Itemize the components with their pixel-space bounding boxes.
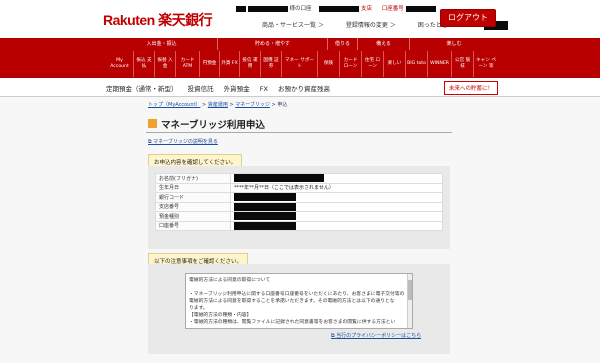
page-title-bar: マネーブリッジ利用申込 <box>146 116 452 133</box>
nav-campaign[interactable]: キャン ペーン 等 <box>474 51 498 77</box>
table-row: 支店番号 <box>155 201 443 212</box>
main-nav: 入出金・振込 貯める・増やす 借りる 備える 楽しむ My Account 振込… <box>0 38 600 78</box>
top-header: Rakuten 楽天銀行 様の口座 支店 口座番号 商品・サービス一覧 ＞ 登録… <box>0 0 600 38</box>
row-value-birthdate: ****年**月**日（ここでは表示されません） <box>230 182 443 193</box>
redacted-account-no <box>405 5 436 12</box>
terms-panel: 電磁的方法による同意の取得について ・マネーブリッジ利用申込に関する口座番号口座… <box>148 264 450 354</box>
privacy-policy-link[interactable]: ⧉ 当行のプライバシーポリシーはこちら <box>331 332 421 339</box>
rakuten-bank-logo[interactable]: Rakuten 楽天銀行 <box>103 10 213 30</box>
redacted-branch <box>319 5 360 12</box>
account-suffix: 様の口座 <box>289 6 312 12</box>
table-row: 預金種別 <box>155 211 443 222</box>
nav-fx[interactable]: 外貨 FX <box>220 51 240 77</box>
table-row: 生年月日 ****年**月**日（ここでは表示されません） <box>155 182 443 193</box>
terms-line: 【電磁的方法の種類・内容】 <box>189 313 252 318</box>
nav-home-loan[interactable]: 住宅 ローン <box>362 51 384 77</box>
savings-notice-badge[interactable]: 未来への貯蓄に！ <box>444 81 499 95</box>
nav-card-atm[interactable]: カード ATM <box>176 51 200 77</box>
breadcrumb-current: 申込 <box>277 102 288 108</box>
nav-fun[interactable]: 楽しい <box>384 51 406 77</box>
row-label-deposit-type: 預金種別 <box>155 211 231 222</box>
nav-big-toto[interactable]: BIG toto <box>406 51 428 77</box>
row-label-birthdate: 生年月日 <box>155 182 231 193</box>
row-value-deposit-type <box>230 211 443 222</box>
nav-card-loan[interactable]: カード ローン <box>340 51 362 77</box>
registration-change-link[interactable]: 登録情報の変更 ＞ <box>346 22 396 29</box>
nav-winner[interactable]: WINNER <box>428 51 452 77</box>
external-link-icon: ⧉ <box>148 139 152 145</box>
nav-yen-deposit[interactable]: 円預金 <box>200 51 220 77</box>
privacy-link-label: 当行のプライバシーポリシーはこちら <box>336 333 422 339</box>
account-no-label: 口座番号 <box>381 6 404 12</box>
redacted-value <box>234 212 296 221</box>
terms-line: 電磁的方法による同意を取得することを承諾いただきます。その電磁的方法とは以下の通… <box>189 299 395 304</box>
breadcrumb-top[interactable]: トップ（MyAccount） <box>148 102 200 108</box>
row-label-branch-no: 支店番号 <box>155 201 231 212</box>
sub-nav-links: 定期預金（通常・新型） 投資信託 外貨預金 FX お預かり資産残高 <box>106 83 338 93</box>
redacted-value <box>234 202 296 211</box>
money-bridge-help-link[interactable]: ⧉ マネーブリッジの説明を見る <box>148 138 218 145</box>
nav-my-account[interactable]: My Account <box>106 51 134 77</box>
breadcrumb-asset-management[interactable]: 資産運用 <box>208 102 228 108</box>
row-value-account-no <box>230 220 443 231</box>
redacted-name-2 <box>247 5 288 12</box>
table-row: お名前(フリガナ) <box>155 173 443 184</box>
redacted-value <box>234 221 296 230</box>
account-info: 様の口座 支店 口座番号 <box>236 4 436 12</box>
terms-line: ・マネーブリッジ利用申込に関する口座番号口座番号をいただくにあたり、お客さまに電… <box>189 292 405 297</box>
table-row: 銀行コード <box>155 192 443 203</box>
nav-group-insurance: 備える <box>358 38 410 50</box>
external-link-icon: ⧉ <box>331 333 335 339</box>
products-services-link[interactable]: 商品・サービス一覧 ＞ <box>262 22 324 29</box>
scrollbar-thumb[interactable] <box>408 280 412 300</box>
nav-funds[interactable]: 投信 運用 <box>240 51 261 77</box>
terms-scrollbar[interactable] <box>407 274 412 328</box>
row-value-bank-code <box>230 192 443 203</box>
subnav-time-deposit[interactable]: 定期預金（通常・新型） <box>106 85 178 93</box>
nav-group-savings: 貯める・増やす <box>218 38 328 50</box>
redacted-value <box>234 174 324 183</box>
terms-line: 電磁的方法による同意の取得について <box>189 278 271 283</box>
nav-insurance[interactable]: 保険 <box>318 51 340 77</box>
title-square-icon <box>148 119 157 128</box>
terms-textarea[interactable]: 電磁的方法による同意の取得について ・マネーブリッジ利用申込に関する口座番号口座… <box>185 273 413 329</box>
row-label-bank-code: 銀行コード <box>155 192 231 203</box>
terms-line: ります。 <box>189 306 208 311</box>
confirm-panel: お名前(フリガナ) 生年月日 ****年**月**日（ここでは表示されません） … <box>148 166 450 249</box>
page-title: マネーブリッジ利用申込 <box>161 120 265 131</box>
terms-line: ・電磁的方法の種類は、閲覧ファイルに記録された同意書等をお客さまの閲覧に供する方… <box>189 320 396 325</box>
terms-line <box>189 284 409 291</box>
breadcrumb-money-bridge[interactable]: マネーブリッジ <box>235 102 270 108</box>
row-label-name: お名前(フリガナ) <box>155 173 231 184</box>
nav-money-support[interactable]: マネー サポート <box>282 51 318 77</box>
nav-public-race[interactable]: 公営 競技 <box>452 51 474 77</box>
application-details-table: お名前(フリガナ) 生年月日 ****年**月**日（ここでは表示されません） … <box>155 173 443 231</box>
table-row: 口座番号 <box>155 220 443 231</box>
row-value-branch-no <box>230 201 443 212</box>
redacted-value <box>234 193 296 202</box>
nav-groups: 入出金・振込 貯める・増やす 借りる 備える 楽しむ <box>106 38 498 50</box>
nav-bonds[interactable]: 国債 証券 <box>261 51 282 77</box>
subnav-investment-trust[interactable]: 投資信託 <box>188 85 214 93</box>
subnav-fx[interactable]: FX <box>260 85 268 93</box>
help-link-label: マネーブリッジの説明を見る <box>153 139 218 145</box>
subnav-fx-deposit[interactable]: 外貨預金 <box>224 85 250 93</box>
sub-nav: 定期預金（通常・新型） 投資信託 外貨預金 FX お預かり資産残高 未来への貯蓄… <box>0 78 600 97</box>
nav-transfer[interactable]: 振込 支払 <box>134 51 155 77</box>
nav-deposit[interactable]: 振替 入金 <box>155 51 176 77</box>
row-label-account-no: 口座番号 <box>155 220 231 231</box>
nav-group-borrow: 借りる <box>328 38 358 50</box>
redacted-name <box>236 5 246 12</box>
logout-button[interactable]: ログアウト <box>440 9 496 27</box>
subnav-asset-balance[interactable]: お預かり資産残高 <box>278 85 330 93</box>
branch-label: 支店 <box>361 6 373 12</box>
nav-group-enjoy: 楽しむ <box>446 41 462 47</box>
nav-group-payments: 入出金・振込 <box>106 38 218 50</box>
row-value-name <box>230 173 443 184</box>
breadcrumb: トップ（MyAccount） > 資産運用 > マネーブリッジ > 申込 <box>148 102 288 108</box>
